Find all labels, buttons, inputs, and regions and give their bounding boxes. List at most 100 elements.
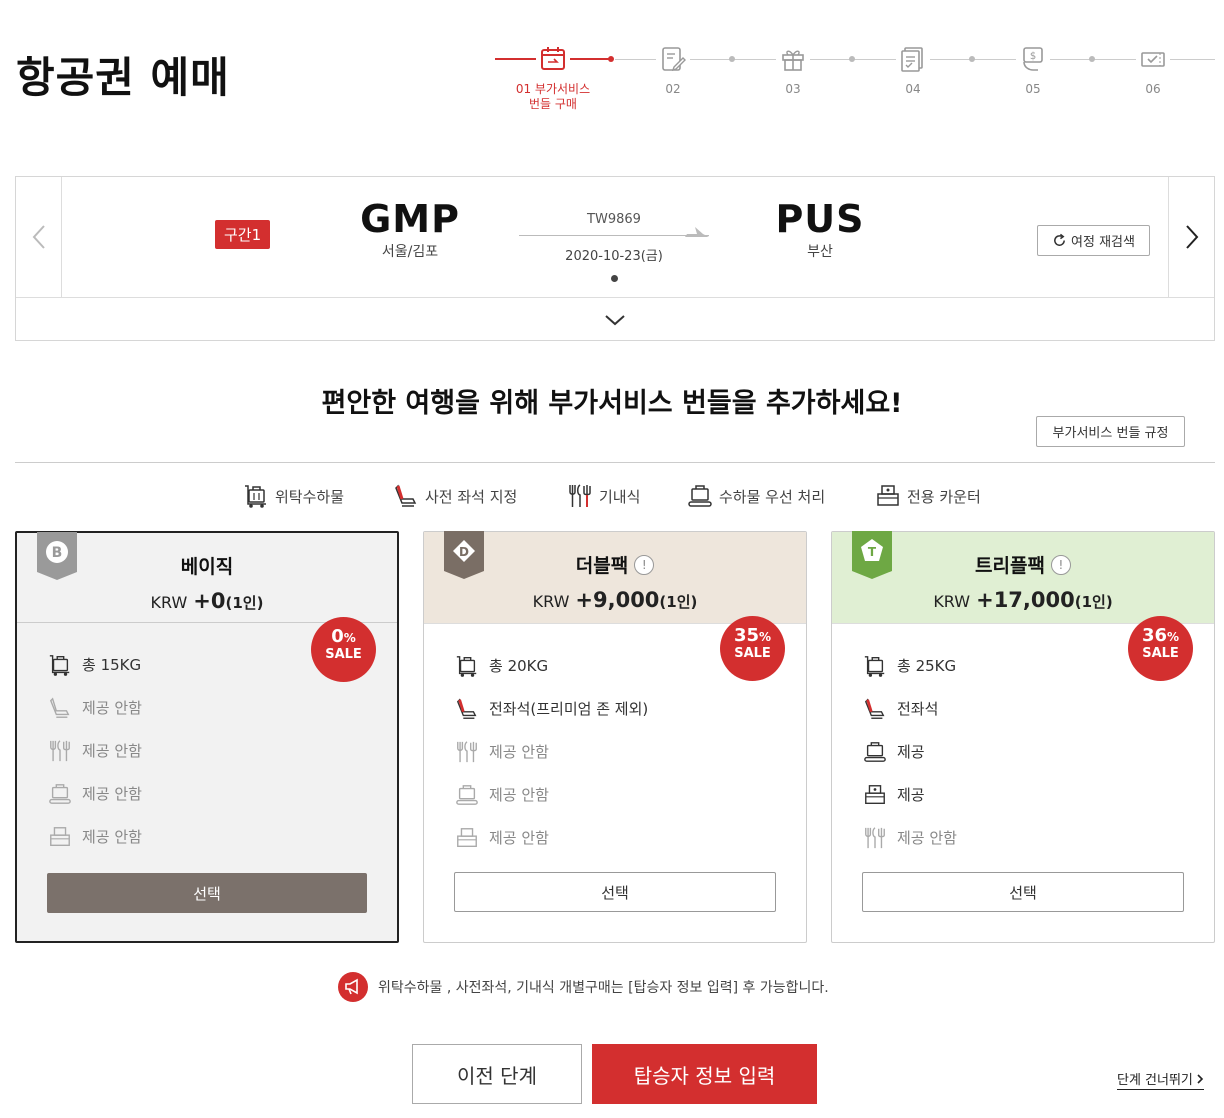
card-price: KRW +9,000 (1인) [532,588,698,612]
destination-airport: PUS 부산 [765,197,875,261]
feature-meal: 제공 안함 [862,816,1214,859]
bundle-card-triple[interactable]: T 트리플팩! KRW +17,000 (1인) 36% SALE 총 25KG 전… [831,531,1215,943]
select-basic-button[interactable]: 선택 [47,873,367,913]
sale-badge: 0% SALE [311,617,376,682]
card-price: KRW +17,000 (1인) [933,588,1113,612]
seat-icon [395,484,417,507]
destination-city: 부산 [807,244,833,260]
step-01-label: 01 부가서비스 [515,82,591,96]
step-04: 04 [873,38,953,97]
feature-counter: 제공 안함 [454,816,806,859]
step-02: 02 [633,38,713,97]
flight-info: TW9869 2020-10-23(금) [519,212,709,264]
legend-priority-baggage: 수하물 우선 처리 [687,481,825,511]
card-price: KRW +0 (1인) [150,589,264,613]
card-name: 트리플팩 [975,555,1045,577]
legend-baggage: 위탁수하물 [243,481,344,511]
legend-meal: 기내식 [567,481,640,511]
feature-seat: 전좌석(프리미엄 존 제외) [454,687,806,730]
prev-segment-button[interactable] [16,177,62,297]
legend-counter: 전용 카운터 [875,481,981,511]
counter-icon [457,827,477,847]
legend-seat-label: 사전 좌석 지정 [425,487,518,506]
step-03-label: 03 [785,82,801,96]
skip-step-label: 단계 건너뛰기 [1117,1073,1193,1088]
baggage-cart-icon [49,654,70,676]
svg-text:$: $ [1030,51,1036,62]
card-name: 베이직 [180,556,234,578]
chevron-right-icon [1197,1073,1204,1084]
chevron-left-icon [32,225,45,249]
legend-baggage-label: 위탁수하물 [275,487,345,506]
legend-priority-baggage-label: 수하물 우선 처리 [719,487,826,506]
bundle-card-double[interactable]: D 더블팩! KRW +9,000 (1인) 35% SALE 총 20KG 전좌석… [423,531,807,943]
bundle-card-basic[interactable]: B 베이직 KRW +0 (1인) 0% SALE 총 15KG 제공 안함 제공 … [15,531,399,943]
svg-text:T: T [868,545,877,559]
step-04-label: 04 [905,82,921,96]
skip-step-link[interactable]: 단계 건너뛰기 [1117,1069,1204,1090]
sale-badge: 35% SALE [720,616,785,681]
counter-icon [865,784,885,804]
ticket-check-icon [1136,42,1170,76]
feature-counter: 제공 안함 [47,815,397,858]
origin-city: 서울/김포 [381,244,439,260]
feature-seat: 전좌석 [862,687,1214,730]
meal-icon [569,484,591,507]
chevron-right-icon [1185,225,1198,249]
legend-meal-label: 기내식 [599,487,641,506]
feature-seat: 제공 안함 [47,686,397,729]
step-01-sublabel: 번들 구매 [529,97,577,111]
tag-d-icon: D [444,531,484,579]
step-05-label: 05 [1025,82,1041,96]
bundle-rules-button[interactable]: 부가서비스 번들 규정 [1036,416,1185,447]
segment-panel: 구간1 GMP 서울/김포 TW9869 2020-10-23(금) PUS 부… [15,176,1215,341]
priority-baggage-icon [688,485,712,507]
progress-stepper: 01 부가서비스 번들 구매 02 03 04 $ 05 06 [495,38,1215,118]
feature-meal: 제공 안함 [454,730,806,773]
legend-seat: 사전 좌석 지정 [393,481,517,511]
select-triple-button[interactable]: 선택 [862,872,1184,912]
step-01: 01 부가서비스 번들 구매 [513,38,593,112]
select-double-button[interactable]: 선택 [454,872,776,912]
seat-icon [49,696,70,718]
gift-icon [776,42,810,76]
priority-baggage-icon [864,741,886,762]
calendar-flight-icon [536,42,570,76]
edit-form-icon [656,42,690,76]
info-icon[interactable]: ! [1050,554,1071,575]
next-segment-button[interactable] [1168,177,1214,297]
feature-priority-baggage: 제공 [862,730,1214,773]
counter-icon [877,485,899,506]
seat-icon [864,697,885,719]
sale-badge: 36% SALE [1128,616,1193,681]
passenger-info-button[interactable]: 탑승자 정보 입력 [592,1044,817,1104]
origin-code: GMP [360,197,460,241]
priority-baggage-icon [49,783,71,804]
research-trip-button[interactable]: 여정 재검색 [1037,225,1150,256]
expand-segments-button[interactable] [16,298,1214,341]
info-icon[interactable]: ! [634,554,655,575]
checklist-icon [896,42,930,76]
notice: 위탁수하물 , 사전좌석, 기내식 개별구매는 [탑승자 정보 입력] 후 가능… [338,972,829,1002]
tag-b-icon: B [37,532,77,580]
origin-airport: GMP 서울/김포 [355,197,465,261]
research-trip-label: 여정 재검색 [1071,235,1135,250]
priority-baggage-icon [456,784,478,805]
counter-icon [50,826,70,846]
plane-icon [685,227,709,237]
tag-t-icon: T [852,531,892,579]
bundle-headline: 편안한 여행을 위해 부가서비스 번들을 추가하세요! [321,388,903,419]
notice-text: 위탁수하물 , 사전좌석, 기내식 개별구매는 [탑승자 정보 입력] 후 가능… [378,980,829,996]
payment-icon: $ [1016,42,1050,76]
svg-text:B: B [52,545,63,561]
feature-priority-baggage: 제공 안함 [47,772,397,815]
prev-step-button[interactable]: 이전 단계 [412,1044,582,1104]
step-06: 06 [1113,38,1193,97]
pager-dot[interactable] [611,275,618,282]
step-05: $ 05 [993,38,1073,97]
segment-badge: 구간1 [215,220,271,249]
flight-date: 2020-10-23(금) [565,249,663,264]
page-title: 항공권 예매 [16,53,230,102]
step-06-label: 06 [1145,82,1161,96]
flight-number: TW9869 [587,212,641,227]
